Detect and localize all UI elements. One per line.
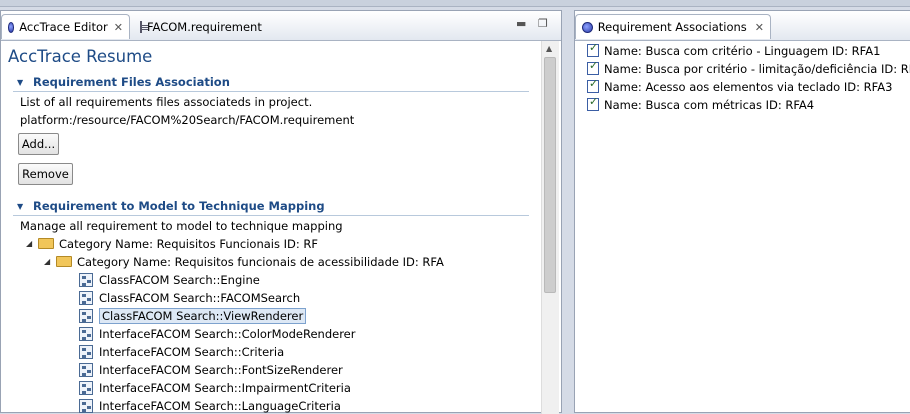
- class-icon: [79, 272, 93, 287]
- tab-label: FACOM.requirement: [147, 19, 262, 34]
- tab-requirement-associations[interactable]: Requirement Associations ✕: [575, 14, 771, 39]
- tree-item-selected[interactable]: ClassFACOM Search::ViewRenderer: [79, 307, 307, 324]
- tree-label: InterfaceFACOM Search::FontSizeRenderer: [99, 362, 343, 377]
- requirement-icon: [587, 77, 599, 93]
- tree-label: Category Name: Requisitos Funcionais ID:…: [59, 236, 319, 251]
- folder-icon: [56, 256, 72, 267]
- tree-item[interactable]: InterfaceFACOM Search::Criteria: [79, 343, 284, 360]
- acctrace-icon: [8, 21, 15, 33]
- tree-label: ClassFACOM Search::FACOMSearch: [99, 290, 301, 305]
- section-title: Requirement to Model to Technique Mappin…: [33, 199, 325, 213]
- requirement-label: Name: Busca com métricas ID: RFA4: [604, 97, 815, 112]
- interface-icon: [79, 362, 93, 377]
- tree-label: InterfaceFACOM Search::LanguageCriteria: [99, 398, 341, 413]
- tree-label: InterfaceFACOM Search::Criteria: [99, 344, 285, 359]
- requirement-file-path[interactable]: platform:/resource/FACOM%20Search/FACOM.…: [20, 113, 354, 127]
- requirement-label: Name: Busca por critério - limitação/def…: [604, 61, 910, 76]
- tab-facom-requirement[interactable]: FACOM.requirement: [134, 14, 264, 39]
- form-title: AccTrace Resume: [8, 47, 153, 66]
- tab-acctrace-editor[interactable]: AccTrace Editor ✕: [1, 14, 130, 39]
- acctrace-icon: [582, 21, 593, 33]
- tree-label: InterfaceFACOM Search::ImpairmentCriteri…: [99, 380, 351, 395]
- tree-item[interactable]: InterfaceFACOM Search::LanguageCriteria: [79, 397, 341, 414]
- section-title: Requirement Files Association: [33, 75, 230, 89]
- interface-icon: [79, 326, 93, 341]
- collapse-icon[interactable]: ▼: [17, 202, 23, 211]
- tree-label: InterfaceFACOM Search::ColorModeRenderer: [99, 326, 356, 341]
- requirement-icon: [587, 59, 599, 75]
- scroll-up-icon[interactable]: ▲: [546, 44, 552, 53]
- tab-label: Requirement Associations: [597, 20, 747, 34]
- add-button[interactable]: Add...: [18, 133, 59, 155]
- requirement-label: Name: Acesso aos elementos via teclado I…: [604, 79, 893, 94]
- close-icon[interactable]: ✕: [755, 21, 764, 34]
- interface-icon: [79, 380, 93, 395]
- requirement-label: Name: Busca com critério - Linguagem ID:…: [604, 43, 881, 58]
- acctrace-editor: AccTrace Editor ✕ FACOM.requirement ▬ ❐ …: [0, 10, 562, 414]
- scrollbar-thumb[interactable]: [544, 57, 556, 293]
- tree-label: ClassFACOM Search::Engine: [99, 272, 260, 287]
- tree-item[interactable]: InterfaceFACOM Search::FontSizeRenderer: [79, 361, 343, 378]
- window-top-border: [0, 0, 910, 7]
- requirement-icon: [587, 95, 599, 111]
- section-description: Manage all requirement to model to techn…: [20, 219, 343, 233]
- tree-label: ClassFACOM Search::ViewRenderer: [99, 307, 307, 324]
- collapse-icon[interactable]: ▼: [17, 78, 23, 87]
- tree-item[interactable]: ClassFACOM Search::Engine: [79, 271, 260, 288]
- section-requirement-files[interactable]: ▼ Requirement Files Association: [13, 75, 529, 92]
- remove-button[interactable]: Remove: [18, 163, 73, 185]
- tree-category[interactable]: ◢ Category Name: Requisitos Funcionais I…: [26, 235, 318, 252]
- class-icon: [79, 308, 93, 323]
- requirement-item[interactable]: Name: Busca por critério - limitação/def…: [587, 59, 910, 77]
- tree-item[interactable]: InterfaceFACOM Search::ColorModeRenderer: [79, 325, 355, 342]
- tree-item[interactable]: ClassFACOM Search::FACOMSearch: [79, 289, 300, 306]
- close-icon[interactable]: ✕: [114, 21, 123, 34]
- expand-arrow-icon[interactable]: ◢: [44, 257, 56, 266]
- class-icon: [79, 290, 93, 305]
- requirement-icon: [587, 41, 599, 57]
- file-icon: [140, 20, 148, 33]
- tree-label: Category Name: Requisitos funcionais de …: [77, 254, 444, 269]
- requirement-item[interactable]: Name: Busca com critério - Linguagem ID:…: [587, 41, 881, 59]
- requirement-item[interactable]: Name: Acesso aos elementos via teclado I…: [587, 77, 893, 95]
- minimize-icon[interactable]: ▬: [516, 17, 526, 30]
- maximize-icon[interactable]: ❐: [538, 17, 548, 30]
- view-tab-bar: Requirement Associations ✕: [575, 11, 910, 41]
- section-mapping[interactable]: ▼ Requirement to Model to Technique Mapp…: [13, 199, 529, 216]
- section-description: List of all requirements files associate…: [20, 95, 313, 109]
- vertical-scrollbar[interactable]: ▲: [541, 41, 559, 414]
- folder-icon: [38, 238, 54, 249]
- requirement-associations-view: Requirement Associations ✕ Name: Busca c…: [574, 10, 910, 413]
- interface-icon: [79, 344, 93, 359]
- expand-arrow-icon[interactable]: ◢: [26, 239, 38, 248]
- tree-item[interactable]: InterfaceFACOM Search::ImpairmentCriteri…: [79, 379, 351, 396]
- editor-tab-bar: AccTrace Editor ✕ FACOM.requirement ▬ ❐: [1, 11, 561, 41]
- tree-category[interactable]: ◢ Category Name: Requisitos funcionais d…: [44, 253, 444, 270]
- interface-icon: [79, 398, 93, 413]
- tab-label: AccTrace Editor: [19, 20, 108, 34]
- requirement-item[interactable]: Name: Busca com métricas ID: RFA4: [587, 95, 815, 113]
